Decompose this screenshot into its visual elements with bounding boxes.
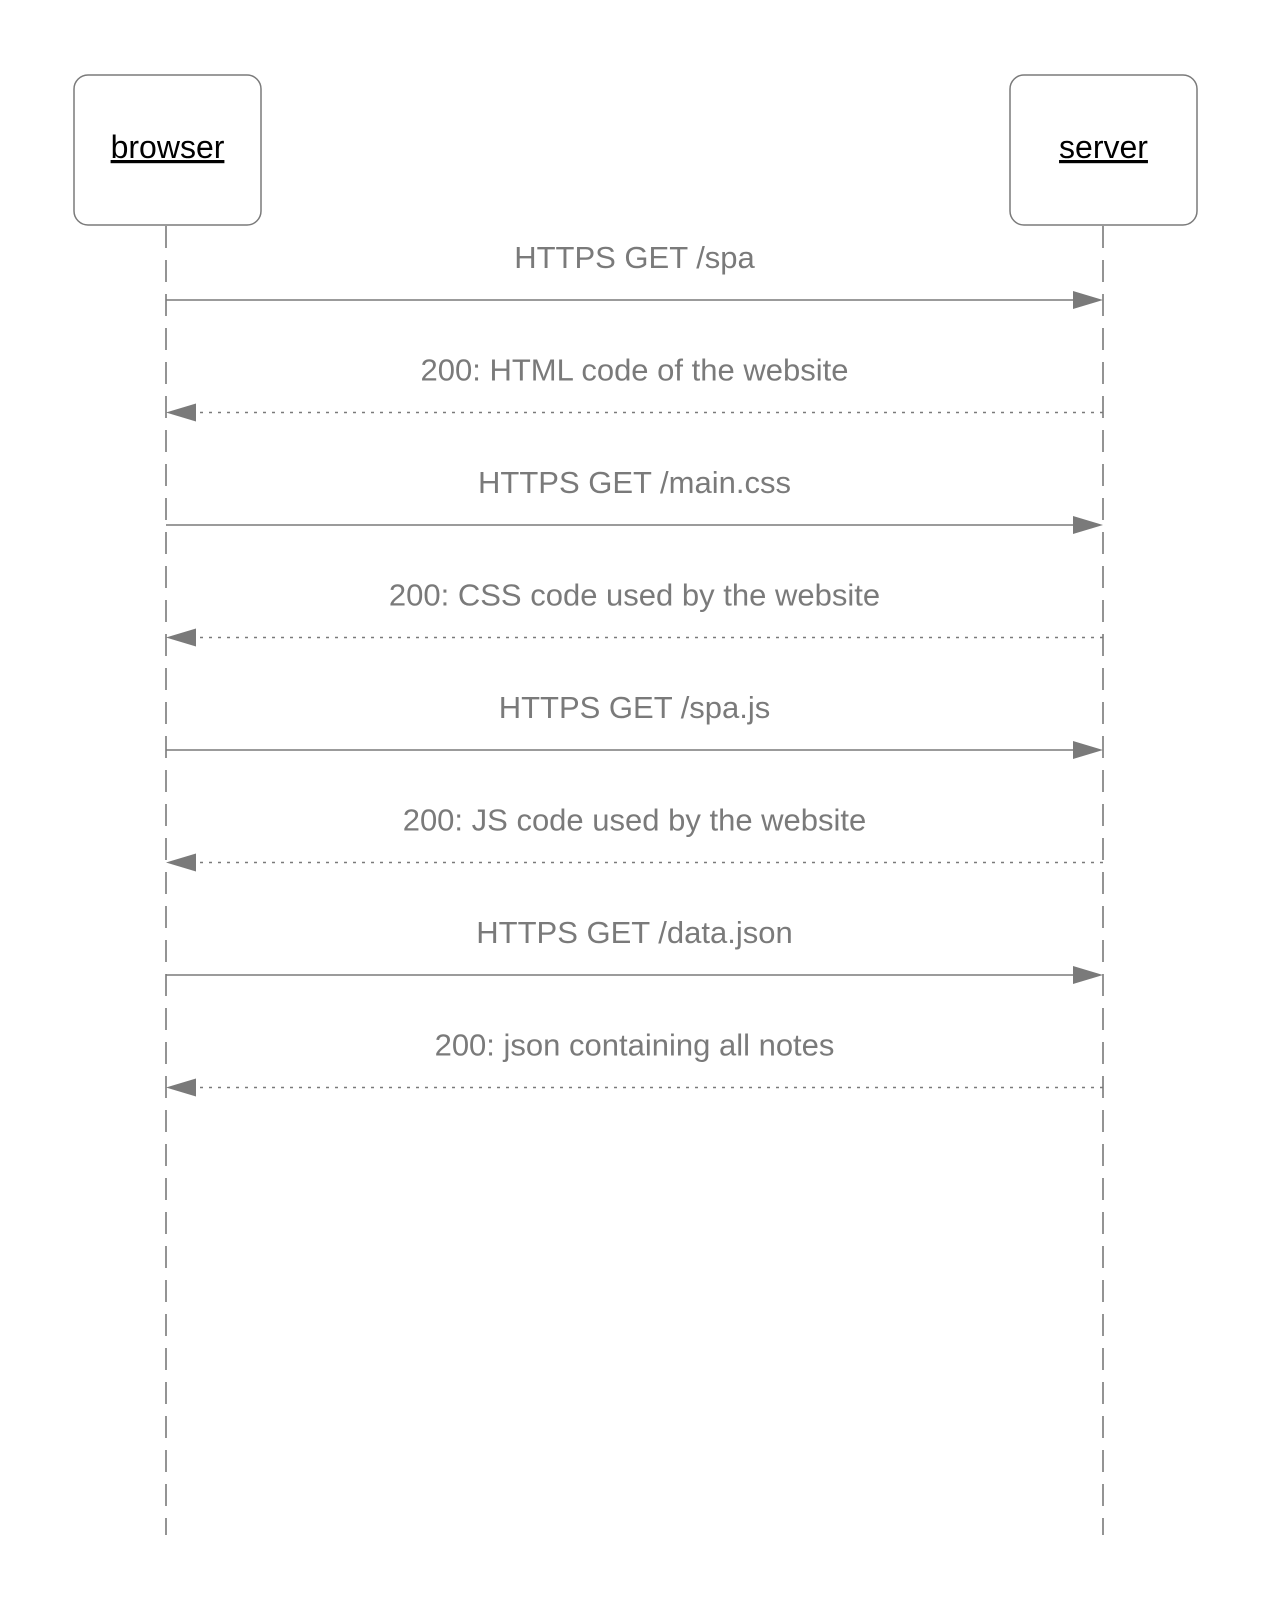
message-8: 200: json containing all notes xyxy=(166,1028,1103,1097)
arrow-head-icon xyxy=(166,1078,196,1097)
message-label: HTTPS GET /spa xyxy=(514,240,755,275)
participant-label-server: server xyxy=(1059,129,1148,165)
participant-browser: browser xyxy=(73,74,262,226)
messages-group: HTTPS GET /spa 200: HTML code of the webs… xyxy=(166,240,1103,1097)
message-label: HTTPS GET /data.json xyxy=(476,915,792,950)
message-label: 200: HTML code of the website xyxy=(421,353,849,388)
message-label: 200: json containing all notes xyxy=(435,1028,835,1063)
message-label: 200: CSS code used by the website xyxy=(389,578,880,613)
arrow-head-icon xyxy=(1073,966,1103,984)
arrow-head-icon xyxy=(1073,516,1103,534)
message-7: HTTPS GET /data.json xyxy=(166,915,1103,984)
arrow-head-icon xyxy=(166,853,196,872)
message-1: HTTPS GET /spa xyxy=(166,240,1103,309)
message-3: HTTPS GET /main.css xyxy=(166,465,1103,534)
message-label: HTTPS GET /main.css xyxy=(478,465,791,500)
arrow-head-icon xyxy=(1073,291,1103,309)
message-6: 200: JS code used by the website xyxy=(166,803,1103,872)
sequence-diagram: browser server HTTPS GET /spa 200: HTML c… xyxy=(73,74,1198,1535)
arrow-head-icon xyxy=(166,403,196,422)
message-2: 200: HTML code of the website xyxy=(166,353,1103,422)
participant-server: server xyxy=(1009,74,1198,226)
message-4: 200: CSS code used by the website xyxy=(166,578,1103,647)
message-5: HTTPS GET /spa.js xyxy=(166,690,1103,759)
arrow-head-icon xyxy=(166,628,196,647)
message-label: HTTPS GET /spa.js xyxy=(499,690,771,725)
message-label: 200: JS code used by the website xyxy=(403,803,867,838)
arrow-head-icon xyxy=(1073,741,1103,759)
participant-label-browser: browser xyxy=(111,129,225,165)
